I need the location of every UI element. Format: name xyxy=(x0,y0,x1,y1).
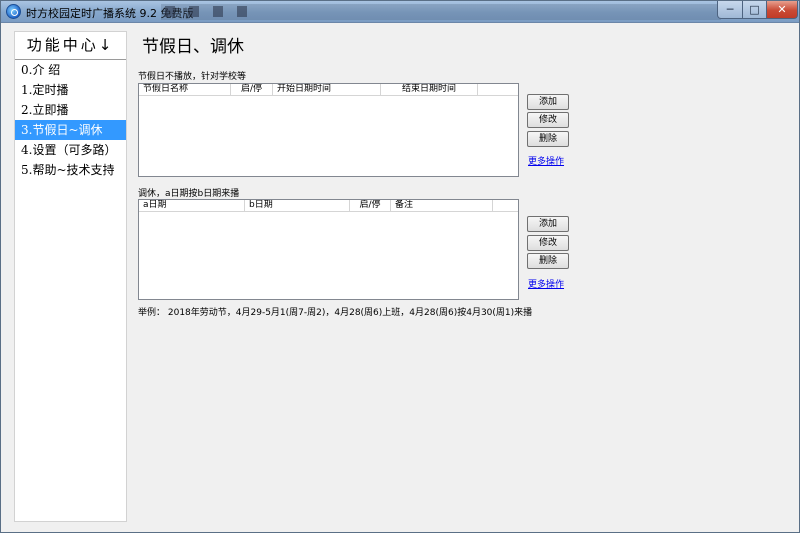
minimize-button[interactable]: ─ xyxy=(717,1,743,19)
holiday-delete-button[interactable]: 删除 xyxy=(527,131,569,147)
sidebar-item-instant-play[interactable]: 2.立即播 xyxy=(15,100,126,120)
close-icon: ✕ xyxy=(777,3,787,16)
page-title: 节假日、调休 xyxy=(142,37,244,57)
swap-section-label: 调休，a日期按b日期来播 xyxy=(138,189,240,199)
column-enable[interactable]: 启/停 xyxy=(350,200,391,212)
holiday-more-actions-link[interactable]: 更多操作 xyxy=(528,154,564,167)
app-logo-icon xyxy=(6,4,21,19)
swap-list[interactable]: a日期 b日期 启/停 备注 xyxy=(138,199,519,300)
minimize-icon: ─ xyxy=(726,3,734,16)
close-button[interactable]: ✕ xyxy=(766,1,798,19)
swap-more-actions-link[interactable]: 更多操作 xyxy=(528,277,564,290)
holiday-list[interactable]: 节假日名称 启/停 开始日期时间 结束日期时间 xyxy=(138,83,519,177)
column-enable[interactable]: 启/停 xyxy=(231,84,273,96)
sidebar-item-intro[interactable]: 0.介 绍 xyxy=(15,60,126,80)
holiday-section-label: 节假日不播放，针对学校等 xyxy=(138,72,247,82)
holiday-add-button[interactable]: 添加 xyxy=(527,94,569,110)
swap-edit-button[interactable]: 修改 xyxy=(527,235,569,251)
sidebar-header: 功能中心↓ xyxy=(15,32,126,60)
sidebar-item-help[interactable]: 5.帮助~技术支持 xyxy=(15,160,126,180)
column-note[interactable]: 备注 xyxy=(391,200,493,212)
arrow-down-icon: ↓ xyxy=(98,36,115,54)
holiday-list-header: 节假日名称 启/停 开始日期时间 结束日期时间 xyxy=(139,84,518,96)
holiday-edit-button[interactable]: 修改 xyxy=(527,112,569,128)
column-b-date[interactable]: b日期 xyxy=(245,200,350,212)
column-end-datetime[interactable]: 结束日期时间 xyxy=(381,84,478,96)
column-holiday-name[interactable]: 节假日名称 xyxy=(139,84,231,96)
sidebar-item-holidays[interactable]: 3.节假日~调休 xyxy=(15,120,126,140)
function-center-sidebar: 功能中心↓ 0.介 绍 1.定时播 2.立即播 3.节假日~调休 4.设置（可多… xyxy=(14,31,127,522)
column-start-datetime[interactable]: 开始日期时间 xyxy=(273,84,381,96)
example-text: 举例： 2018年劳动节，4月29-5月1(周7-周2)，4月28(周6)上班，… xyxy=(138,308,533,318)
sidebar-item-scheduled-play[interactable]: 1.定时播 xyxy=(15,80,126,100)
swap-delete-button[interactable]: 删除 xyxy=(527,253,569,269)
swap-add-button[interactable]: 添加 xyxy=(527,216,569,232)
column-a-date[interactable]: a日期 xyxy=(139,200,245,212)
title-bar-overlay xyxy=(161,4,721,20)
maximize-button[interactable]: □ xyxy=(742,1,767,19)
swap-list-header: a日期 b日期 启/停 备注 xyxy=(139,200,518,212)
app-window: 时方校园定时广播系统 9.2 免费版 ─ □ ✕ 功能中心↓ 0.介 绍 1.定… xyxy=(0,0,800,533)
sidebar-title: 功能中心 xyxy=(26,36,99,54)
sidebar-item-settings[interactable]: 4.设置（可多路） xyxy=(15,140,126,160)
title-bar[interactable]: 时方校园定时广播系统 9.2 免费版 ─ □ ✕ xyxy=(1,1,799,23)
maximize-icon: □ xyxy=(749,3,760,16)
